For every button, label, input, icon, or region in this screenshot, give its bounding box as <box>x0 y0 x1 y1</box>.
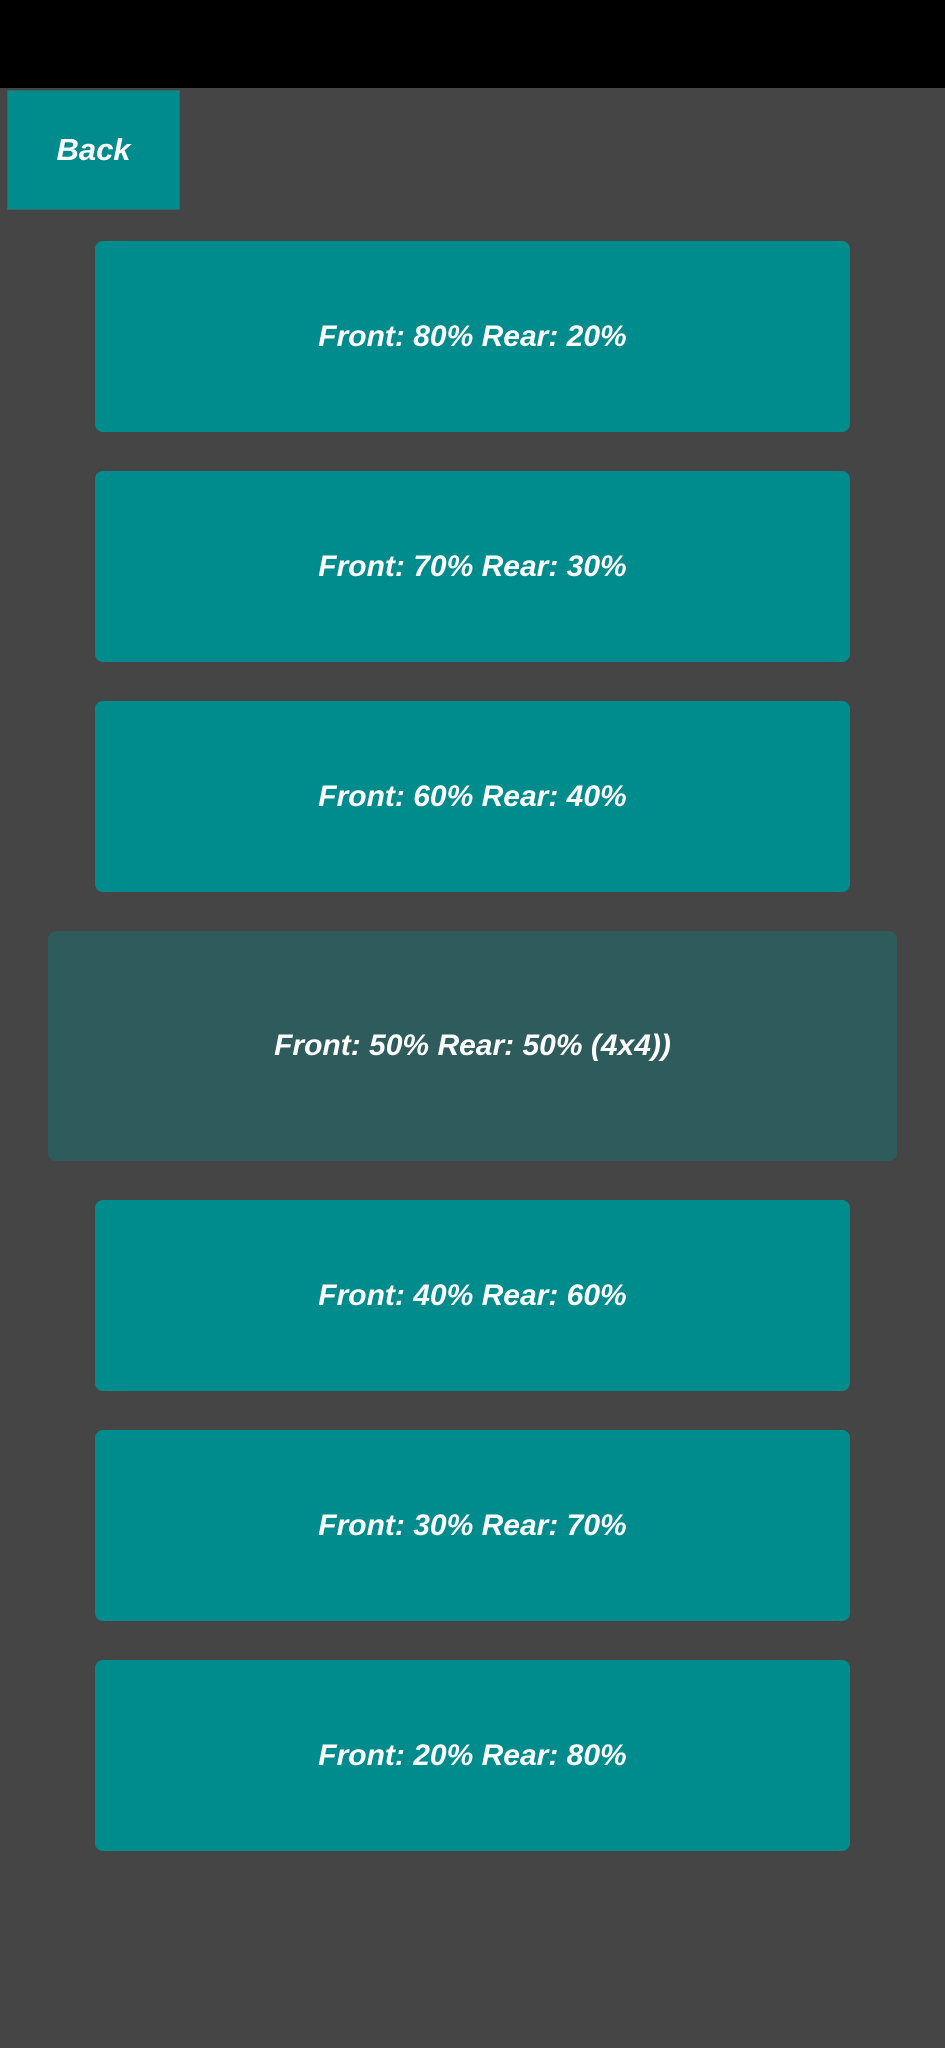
split-option-front-80-rear-20[interactable]: Front: 80% Rear: 20% <box>95 241 850 432</box>
split-option-front-40-rear-60[interactable]: Front: 40% Rear: 60% <box>95 1200 850 1391</box>
split-option-front-30-rear-70[interactable]: Front: 30% Rear: 70% <box>95 1430 850 1621</box>
back-button[interactable]: Back <box>7 90 180 210</box>
split-option-front-20-rear-80[interactable]: Front: 20% Rear: 80% <box>95 1660 850 1851</box>
status-bar <box>0 0 945 88</box>
split-option-front-50-rear-50-4x4[interactable]: Front: 50% Rear: 50% (4x4)) <box>48 931 897 1161</box>
split-option-front-60-rear-40[interactable]: Front: 60% Rear: 40% <box>95 701 850 892</box>
split-option-front-70-rear-30[interactable]: Front: 70% Rear: 30% <box>95 471 850 662</box>
